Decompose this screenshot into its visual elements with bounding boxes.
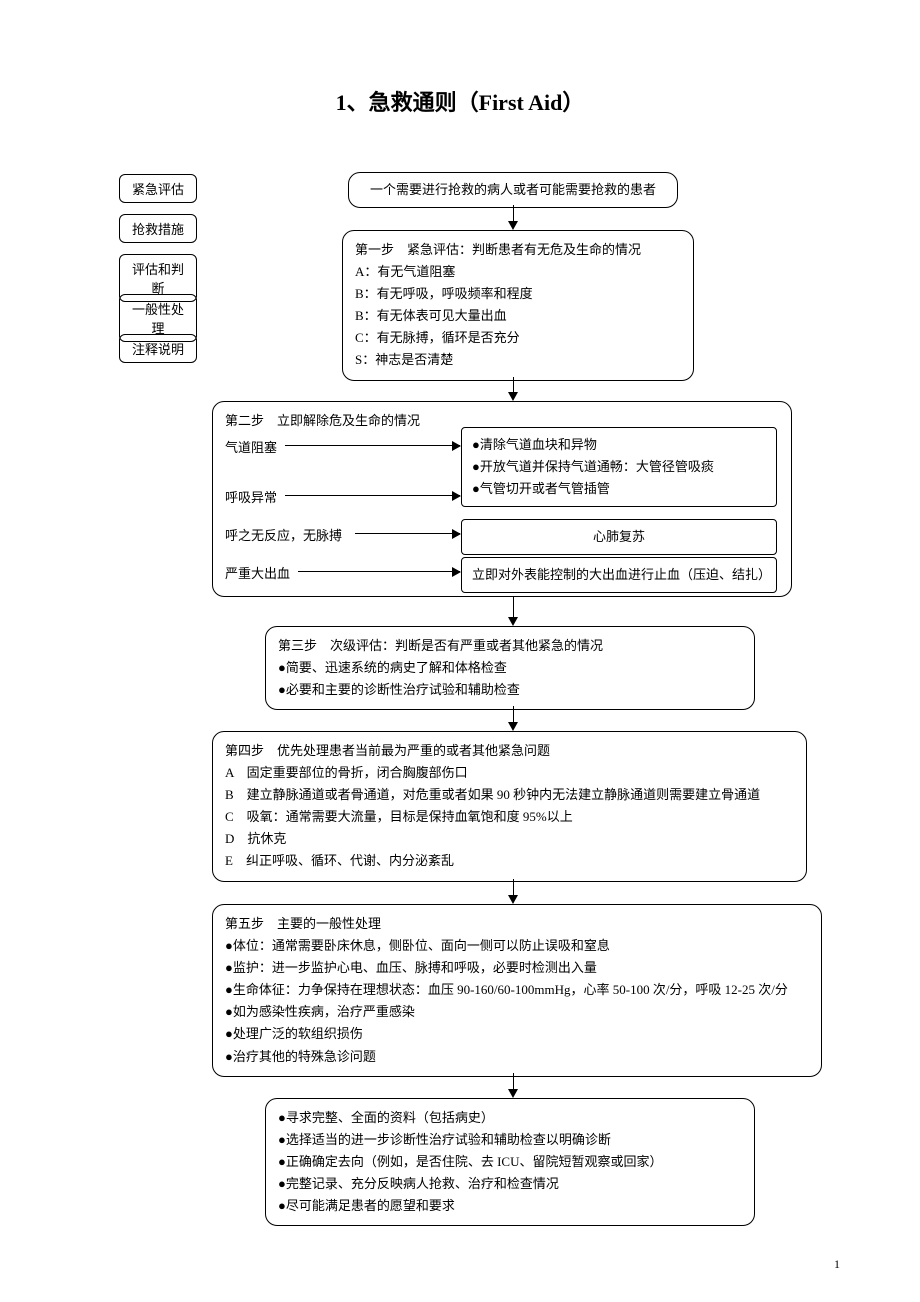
arrow-down-icon [508, 1089, 518, 1098]
step1-s: S：神志是否清楚 [355, 349, 681, 371]
step6-b5: ●尽可能满足患者的愿望和要求 [278, 1195, 742, 1217]
step1-c: C：有无脉搏，循环是否充分 [355, 327, 681, 349]
arrow-down-icon [508, 221, 518, 230]
step4-b: B 建立静脉通道或者骨通道，对危重或者如果 90 秒钟内无法建立静脉通道则需要建… [225, 784, 794, 806]
legend-item-5: 注释说明 [119, 334, 197, 363]
page-number: 1 [834, 1257, 840, 1272]
step4-box: 第四步 优先处理患者当前最为严重的或者其他紧急问题 A 固定重要部位的骨折，闭合… [212, 731, 807, 882]
legend-item-2: 抢救措施 [119, 214, 197, 243]
step4-a: A 固定重要部位的骨折，闭合胸腹部伤口 [225, 762, 794, 784]
step4-title: 第四步 优先处理患者当前最为严重的或者其他紧急问题 [225, 740, 794, 762]
arrow-down-icon [508, 722, 518, 731]
step1-box: 第一步 紧急评估：判断患者有无危及生命的情况 A：有无气道阻塞 B：有无呼吸，呼… [342, 230, 694, 381]
step4-c: C 吸氧：通常需要大流量，目标是保持血氧饱和度 95%以上 [225, 806, 794, 828]
step5-box: 第五步 主要的一般性处理 ●体位：通常需要卧床休息，侧卧位、面向一侧可以防止误吸… [212, 904, 822, 1077]
step6-b3: ●正确确定去向（例如，是否住院、去 ICU、留院短暂观察或回家） [278, 1151, 742, 1173]
step5-b2: ●监护：进一步监护心电、血压、脉搏和呼吸，必要时检测出入量 [225, 957, 809, 979]
step1-a: A：有无气道阻塞 [355, 261, 681, 283]
step6-box: ●寻求完整、全面的资料（包括病史） ●选择适当的进一步诊断性治疗试验和辅助检查以… [265, 1098, 755, 1226]
step5-b5: ●处理广泛的软组织损伤 [225, 1023, 809, 1045]
step2-a1-1: ●清除气道血块和异物 [472, 434, 766, 456]
connector [285, 445, 460, 446]
step1-b1: B：有无呼吸，呼吸频率和程度 [355, 283, 681, 305]
step5-b4: ●如为感染性疾病，治疗严重感染 [225, 1001, 809, 1023]
step2-a1-2: ●开放气道并保持气道通畅：大管径管吸痰 [472, 456, 766, 478]
arrow-down-icon [508, 392, 518, 401]
step2-action1: ●清除气道血块和异物 ●开放气道并保持气道通畅：大管径管吸痰 ●气管切开或者气管… [461, 427, 777, 507]
step2-row3-label: 呼之无反应，无脉搏 [225, 525, 342, 544]
step5-b6: ●治疗其他的特殊急诊问题 [225, 1046, 809, 1068]
connector [285, 495, 460, 496]
step1-b2: B：有无体表可见大量出血 [355, 305, 681, 327]
step2-row1-label: 气道阻塞 [225, 437, 277, 456]
connector [298, 571, 460, 572]
step2-row2-label: 呼吸异常 [225, 487, 277, 506]
legend-item-1: 紧急评估 [119, 174, 197, 203]
step4-e: E 纠正呼吸、循环、代谢、内分泌紊乱 [225, 850, 794, 872]
step2-a1-3: ●气管切开或者气管插管 [472, 478, 766, 500]
connector [355, 533, 460, 534]
step5-b1: ●体位：通常需要卧床休息，侧卧位、面向一侧可以防止误吸和窒息 [225, 935, 809, 957]
step2-action3: 立即对外表能控制的大出血进行止血（压迫、结扎） [461, 557, 777, 593]
step5-title: 第五步 主要的一般性处理 [225, 913, 809, 935]
step2-action2: 心肺复苏 [461, 519, 777, 555]
arrow-down-icon [508, 895, 518, 904]
step4-d: D 抗休克 [225, 828, 794, 850]
step6-b2: ●选择适当的进一步诊断性治疗试验和辅助检查以明确诊断 [278, 1129, 742, 1151]
start-node: 一个需要进行抢救的病人或者可能需要抢救的患者 [348, 172, 678, 208]
step3-b1: ●简要、迅速系统的病史了解和体格检查 [278, 657, 742, 679]
step5-b3: ●生命体征：力争保持在理想状态：血压 90-160/60-100mmHg，心率 … [225, 979, 809, 1001]
step3-b2: ●必要和主要的诊断性治疗试验和辅助检查 [278, 679, 742, 701]
step3-box: 第三步 次级评估：判断是否有严重或者其他紧急的情况 ●简要、迅速系统的病史了解和… [265, 626, 755, 710]
step1-title: 第一步 紧急评估：判断患者有无危及生命的情况 [355, 239, 681, 261]
connector [513, 597, 514, 619]
step6-b4: ●完整记录、充分反映病人抢救、治疗和检查情况 [278, 1173, 742, 1195]
page-title: 1、急救通则（First Aid） [0, 0, 920, 117]
arrow-down-icon [508, 617, 518, 626]
step2-row4-label: 严重大出血 [225, 563, 290, 582]
step3-title: 第三步 次级评估：判断是否有严重或者其他紧急的情况 [278, 635, 742, 657]
flowchart-canvas: 紧急评估 抢救措施 评估和判断 一般性处理 注释说明 一个需要进行抢救的病人或者… [0, 117, 920, 1247]
step6-b1: ●寻求完整、全面的资料（包括病史） [278, 1107, 742, 1129]
